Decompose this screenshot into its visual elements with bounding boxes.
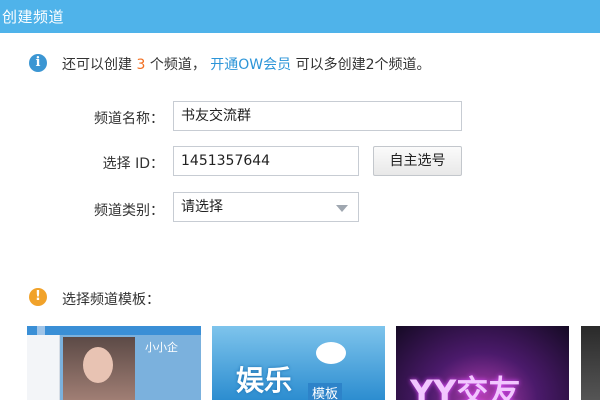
channel-id-input[interactable]: 1451357644 [173,146,359,176]
category-selected-value: 请选择 [181,199,223,215]
template-photo-face [83,347,113,383]
info-text: 还可以创建 3 个频道， 开通OW会员 可以多创建2个频道。 [62,54,431,74]
window-title: 创建频道 [2,8,65,26]
info-prefix: 还可以创建 [62,57,132,73]
channel-id-label: 选择 ID： [102,156,164,172]
category-label: 频道类别： [94,203,164,219]
template-card-2-subtext: 模板 [308,383,343,400]
channel-name-input[interactable]: 书友交流群 [173,101,462,131]
template-sidebar [27,335,60,400]
title-bar: 创建频道 [0,0,600,33]
info-suffix: 可以多创建2个频道。 [295,57,431,73]
template-card-4[interactable] [581,326,600,400]
template-card-2[interactable]: 娱乐 模板 [212,326,385,400]
info-middle: 个频道， [149,57,206,73]
warning-icon: ! [29,288,47,306]
channel-name-label: 频道名称： [94,111,164,127]
template-photo [63,337,135,400]
template-card-3-text: YY交友 [410,373,521,400]
template-card-2-text: 娱乐 [236,364,293,397]
template-card-3[interactable]: YY交友 [396,326,569,400]
chevron-down-icon [336,205,348,212]
template-card-1-text: 小小企 [145,341,178,354]
info-icon: i [29,54,47,72]
category-select[interactable]: 请选择 [173,192,359,222]
choose-id-button[interactable]: 自主选号 [373,146,462,176]
template-card-1[interactable]: 小小企 [27,326,201,400]
cloud-icon [316,342,346,364]
template-heading: 选择频道模板： [62,292,160,308]
vip-link[interactable]: 开通OW会员 [210,57,291,73]
remaining-count: 3 [136,57,146,73]
template-header-bar [27,326,201,335]
